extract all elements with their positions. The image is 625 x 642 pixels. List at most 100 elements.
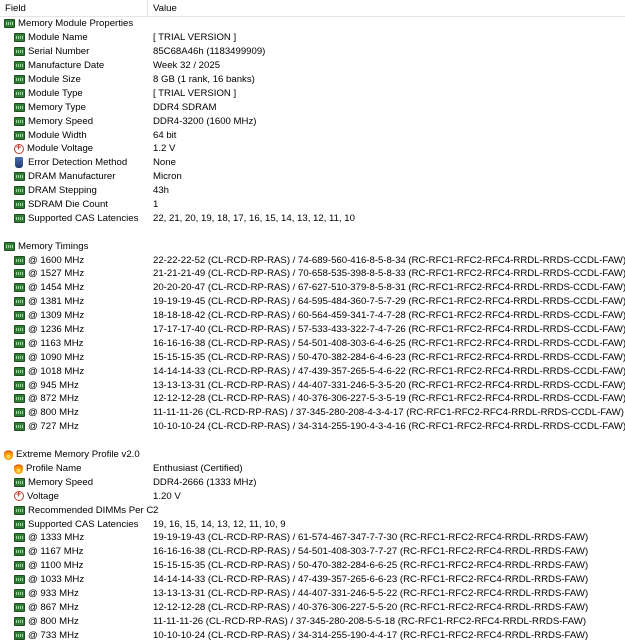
property-row[interactable]: @ 933 MHz 13-13-13-31 (CL-RCD-RP-RAS) / 4… [0, 587, 625, 601]
property-row[interactable]: @ 1100 MHz 15-15-15-35 (CL-RCD-RP-RAS) / … [0, 559, 625, 573]
value-cell: Enthusiast (Certified) [153, 462, 243, 474]
value-cell: [ TRIAL VERSION ] [153, 32, 237, 44]
field-label: @ 1309 MHz [28, 310, 85, 322]
property-row[interactable]: Module Width 64 bit [0, 128, 625, 142]
value-cell: 15-15-15-35 (CL-RCD-RP-RAS) / 50-470-382… [153, 351, 625, 363]
field-label: @ 800 MHz [28, 407, 79, 419]
field-cell: @ 1100 MHz [0, 560, 153, 571]
value-cell: 16-16-16-38 (CL-RCD-RP-RAS) / 54-501-408… [153, 546, 589, 558]
property-row[interactable]: @ 867 MHz 12-12-12-28 (CL-RCD-RP-RAS) / 4… [0, 600, 625, 614]
section-header[interactable]: Memory Module Properties [0, 17, 625, 31]
property-row[interactable]: @ 1236 MHz 17-17-17-40 (CL-RCD-RP-RAS) / … [0, 323, 625, 337]
field-label: Memory Module Properties [18, 18, 134, 30]
column-header-field[interactable]: Field [0, 0, 148, 17]
property-row[interactable]: @ 1163 MHz 16-16-16-38 (CL-RCD-RP-RAS) / … [0, 336, 625, 350]
memory-module-icon [14, 366, 25, 376]
memory-module-icon [14, 213, 25, 223]
memory-module-icon [14, 477, 25, 487]
property-row[interactable]: @ 1454 MHz 20-20-20-47 (CL-RCD-RP-RAS) / … [0, 281, 625, 295]
memory-module-icon [4, 19, 15, 29]
property-row[interactable]: Memory Type DDR4 SDRAM [0, 100, 625, 114]
value-cell: 10-10-10-24 (CL-RCD-RP-RAS) / 34-314-255… [153, 629, 589, 641]
property-row[interactable]: Module Voltage 1.2 V [0, 142, 625, 156]
field-cell: Supported CAS Latencies [0, 213, 153, 224]
field-label: Supported CAS Latencies [28, 518, 139, 530]
property-row[interactable]: Module Type [ TRIAL VERSION ] [0, 86, 625, 100]
memory-module-icon [14, 422, 25, 432]
value-cell: 12-12-12-28 (CL-RCD-RP-RAS) / 40-376-306… [153, 393, 625, 405]
property-row[interactable]: @ 1527 MHz 21-21-21-49 (CL-RCD-RP-RAS) / … [0, 267, 625, 281]
value-cell: 19-19-19-43 (CL-RCD-RP-RAS) / 61-574-467… [153, 532, 589, 544]
property-row[interactable]: @ 1333 MHz 19-19-19-43 (CL-RCD-RP-RAS) / … [0, 531, 625, 545]
memory-module-icon [14, 200, 25, 210]
field-label: @ 933 MHz [28, 587, 79, 599]
property-row[interactable]: Supported CAS Latencies 19, 16, 15, 14, 1… [0, 517, 625, 531]
memory-module-icon [14, 33, 25, 43]
value-cell: 21-21-21-49 (CL-RCD-RP-RAS) / 70-658-535… [153, 268, 625, 280]
field-label: Memory Timings [18, 240, 89, 252]
property-row[interactable]: SDRAM Die Count 1 [0, 198, 625, 212]
property-row[interactable]: Error Detection Method None [0, 156, 625, 170]
memory-module-icon [14, 616, 25, 626]
property-row[interactable]: @ 727 MHz 10-10-10-24 (CL-RCD-RP-RAS) / 3… [0, 420, 625, 434]
property-row[interactable]: Recommended DIMMs Per C... 2 [0, 503, 625, 517]
value-cell: 18-18-18-42 (CL-RCD-RP-RAS) / 60-564-459… [153, 310, 625, 322]
property-row[interactable]: Profile Name Enthusiast (Certified) [0, 462, 625, 476]
value-cell: DDR4-2666 (1333 MHz) [153, 476, 257, 488]
property-row[interactable]: @ 800 MHz 11-11-11-26 (CL-RCD-RP-RAS) / 3… [0, 406, 625, 420]
property-row[interactable]: @ 945 MHz 13-13-13-31 (CL-RCD-RP-RAS) / 4… [0, 378, 625, 392]
field-label: Memory Type [28, 101, 86, 113]
column-header-value[interactable]: Value [148, 0, 625, 17]
value-cell: DDR4-3200 (1600 MHz) [153, 115, 257, 127]
field-label: Manufacture Date [28, 60, 105, 72]
property-row[interactable]: @ 1018 MHz 14-14-14-33 (CL-RCD-RP-RAS) / … [0, 364, 625, 378]
property-row[interactable]: Memory Speed DDR4-2666 (1333 MHz) [0, 475, 625, 489]
property-row[interactable]: @ 872 MHz 12-12-12-28 (CL-RCD-RP-RAS) / 4… [0, 392, 625, 406]
field-label: @ 867 MHz [28, 601, 79, 613]
field-cell: @ 1167 MHz [0, 546, 153, 557]
property-row[interactable]: @ 1381 MHz 19-19-19-45 (CL-RCD-RP-RAS) / … [0, 295, 625, 309]
property-row[interactable]: @ 1090 MHz 15-15-15-35 (CL-RCD-RP-RAS) / … [0, 350, 625, 364]
property-row[interactable]: DRAM Manufacturer Micron [0, 170, 625, 184]
property-row[interactable]: Supported CAS Latencies 22, 21, 20, 19, 1… [0, 211, 625, 225]
property-row[interactable]: @ 1167 MHz 16-16-16-38 (CL-RCD-RP-RAS) / … [0, 545, 625, 559]
value-cell: 17-17-17-40 (CL-RCD-RP-RAS) / 57-533-433… [153, 324, 625, 336]
property-row[interactable]: Serial Number 85C68A46h (1183499909) [0, 45, 625, 59]
value-cell: 13-13-13-31 (CL-RCD-RP-RAS) / 44-407-331… [153, 379, 625, 391]
memory-module-icon [14, 88, 25, 98]
section-header[interactable]: Extreme Memory Profile v2.0 [0, 448, 625, 462]
field-cell: @ 800 MHz [0, 407, 153, 418]
memory-module-icon [14, 505, 25, 515]
field-cell: @ 1033 MHz [0, 574, 153, 585]
field-cell: DRAM Manufacturer [0, 171, 153, 182]
field-cell: @ 1163 MHz [0, 338, 153, 349]
section-header[interactable]: Memory Timings [0, 239, 625, 253]
memory-module-icon [14, 602, 25, 612]
value-cell: 16-16-16-38 (CL-RCD-RP-RAS) / 54-501-408… [153, 337, 625, 349]
value-cell: 1 [153, 199, 159, 211]
property-row[interactable]: @ 800 MHz 11-11-11-26 (CL-RCD-RP-RAS) / 3… [0, 614, 625, 628]
value-cell: 19, 16, 15, 14, 13, 12, 11, 10, 9 [153, 518, 286, 530]
field-cell: Module Size [0, 74, 153, 85]
value-cell: Week 32 / 2025 [153, 60, 221, 72]
property-row[interactable]: @ 1600 MHz 22-22-22-52 (CL-RCD-RP-RAS) / … [0, 253, 625, 267]
field-cell: @ 1381 MHz [0, 296, 153, 307]
memory-module-icon [14, 588, 25, 598]
field-label: @ 1018 MHz [28, 365, 85, 377]
field-label: @ 1033 MHz [28, 574, 85, 586]
property-row[interactable]: Module Name [ TRIAL VERSION ] [0, 31, 625, 45]
field-cell: @ 800 MHz [0, 616, 153, 627]
field-label: SDRAM Die Count [28, 199, 108, 211]
memory-module-icon [14, 269, 25, 279]
property-row[interactable]: Manufacture Date Week 32 / 2025 [0, 59, 625, 73]
property-row[interactable]: @ 1309 MHz 18-18-18-42 (CL-RCD-RP-RAS) / … [0, 309, 625, 323]
property-row[interactable]: Voltage 1.20 V [0, 489, 625, 503]
field-cell: Module Name [0, 32, 153, 43]
property-row[interactable]: Memory Speed DDR4-3200 (1600 MHz) [0, 114, 625, 128]
memory-module-icon [14, 102, 25, 112]
field-label: @ 1163 MHz [28, 337, 84, 349]
property-row[interactable]: DRAM Stepping 43h [0, 184, 625, 198]
property-row[interactable]: @ 1033 MHz 14-14-14-33 (CL-RCD-RP-RAS) / … [0, 573, 625, 587]
field-label: @ 1100 MHz [28, 560, 84, 572]
property-row[interactable]: Module Size 8 GB (1 rank, 16 banks) [0, 73, 625, 87]
